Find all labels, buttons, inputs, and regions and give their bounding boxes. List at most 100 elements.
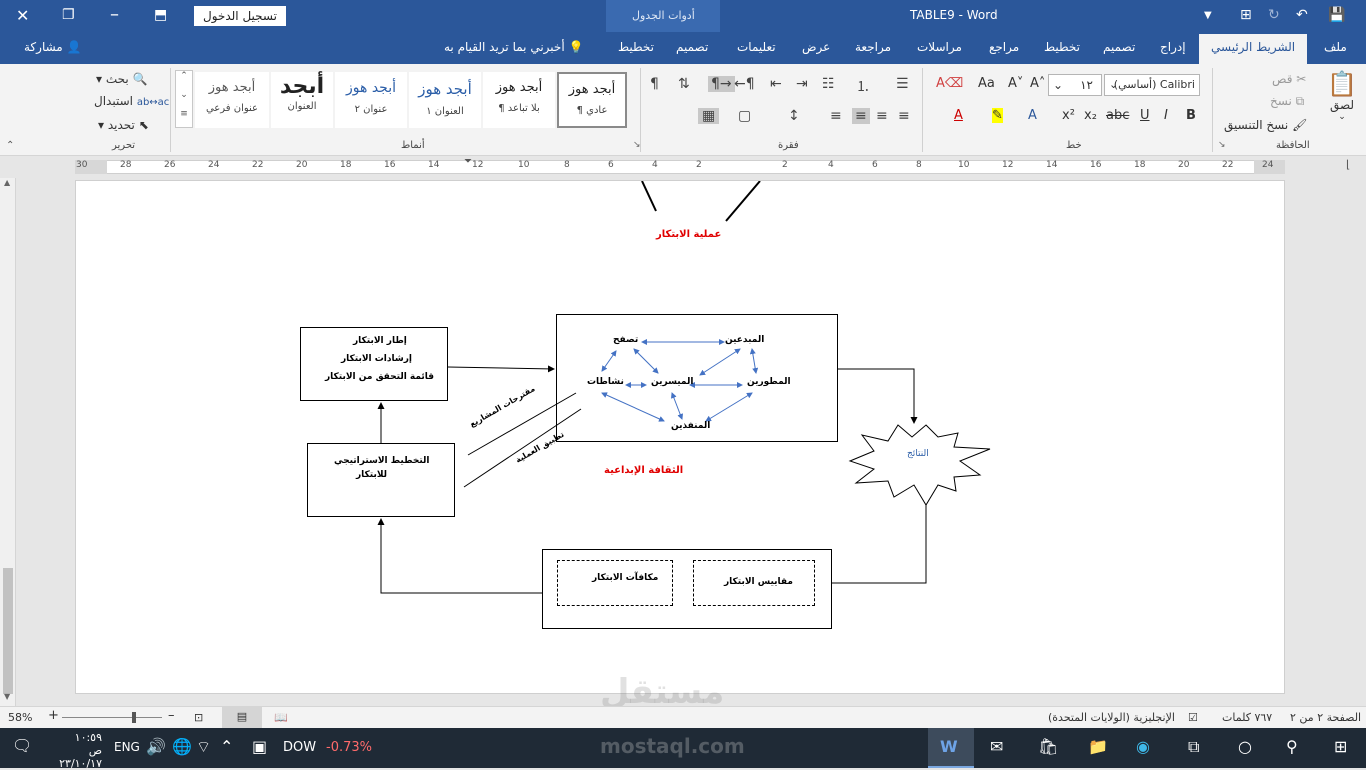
table-icon[interactable]: ⊞: [1240, 7, 1252, 23]
scroll-thumb[interactable]: [3, 568, 13, 694]
input-language[interactable]: ENG: [114, 740, 140, 754]
zoom-level[interactable]: 58%: [8, 711, 32, 724]
font-name-box[interactable]: ⌄ Calibri (أساسي): [1104, 74, 1200, 96]
find-button[interactable]: ▾ بحث 🔍: [96, 72, 148, 86]
wifi-icon[interactable]: ⌔: [196, 737, 211, 757]
news-icon[interactable]: ▣: [252, 737, 267, 756]
center-icon[interactable]: ≡: [876, 108, 888, 124]
minimize-icon[interactable]: –: [110, 4, 119, 25]
text-effects-icon[interactable]: A: [1028, 108, 1037, 123]
shading-icon[interactable]: ▦: [698, 108, 720, 124]
subscript-icon[interactable]: x₂: [1084, 108, 1097, 123]
tab-home[interactable]: الشريط الرئيسي: [1199, 34, 1308, 64]
numbered-list-icon[interactable]: ⒈: [856, 76, 870, 96]
tab-insert[interactable]: إدراج: [1160, 40, 1186, 54]
tab-file[interactable]: ملف: [1324, 40, 1347, 54]
cortana-icon[interactable]: ○: [1238, 737, 1252, 756]
store-icon[interactable]: 🛍: [1038, 737, 1058, 756]
style-heading2[interactable]: أبجد هوز عنوان ٢: [335, 72, 407, 128]
word-taskbar-button[interactable]: W: [928, 728, 974, 768]
justify-icon[interactable]: ≡: [830, 108, 842, 124]
style-normal[interactable]: أبجد هوز ¶ عادي: [557, 72, 627, 128]
share-button[interactable]: مشاركة 👤: [24, 40, 82, 54]
zoom-in-icon[interactable]: +: [48, 708, 59, 723]
styles-scroll[interactable]: ⌃ ⌄ ≡: [175, 70, 193, 128]
focus-icon[interactable]: ⊡: [194, 711, 203, 724]
show-hidden-icons[interactable]: ⌃: [220, 737, 233, 756]
qat-dropdown-icon[interactable]: ▼: [1204, 10, 1212, 21]
network-icon[interactable]: 🌐: [172, 737, 192, 756]
stock-name[interactable]: DOW: [283, 740, 316, 755]
ribbon-display-icon[interactable]: ⬒: [154, 7, 167, 23]
scroll-up-icon[interactable]: ▲: [4, 178, 10, 187]
notification-icon[interactable]: 🗨: [12, 736, 32, 755]
horizontal-ruler[interactable]: 30 28 26 24 22 20 18 16 14 12 10 8 6 4 2…: [0, 156, 1366, 178]
tab-layout[interactable]: تخطيط: [1044, 40, 1080, 54]
chevron-down-icon[interactable]: ⌄: [1324, 112, 1360, 122]
underline-icon[interactable]: U: [1140, 108, 1150, 123]
save-icon[interactable]: 💾: [1328, 7, 1345, 23]
style-no-spacing[interactable]: أبجد هوز ¶ بلا تباعد: [483, 72, 555, 128]
align-right-icon[interactable]: ≡: [852, 108, 870, 124]
zoom-out-icon[interactable]: –: [168, 708, 175, 723]
tell-me-box[interactable]: أخبرني بما تريد القيام به 💡: [444, 40, 583, 54]
task-view-icon[interactable]: ⧉: [1188, 737, 1199, 757]
language-status[interactable]: الإنجليزية (الولايات المتحدة): [1048, 711, 1175, 724]
file-explorer-icon[interactable]: 📁: [1088, 737, 1108, 756]
tab-table-layout[interactable]: تخطيط: [618, 40, 654, 54]
chevron-up-icon[interactable]: ⌃: [176, 71, 192, 90]
font-size-box[interactable]: ⌄ ١٢: [1048, 74, 1102, 96]
increase-indent-icon[interactable]: ⇤: [770, 76, 782, 92]
ltr-icon[interactable]: ¶→: [708, 76, 735, 92]
tab-table-design[interactable]: تصميم: [676, 40, 708, 54]
chevron-down-icon[interactable]: ⌄: [176, 90, 192, 109]
proofing-icon[interactable]: ☑: [1188, 711, 1198, 724]
chevron-down-icon[interactable]: ⌄: [1053, 75, 1063, 95]
bullet-list-icon[interactable]: ☰: [896, 76, 909, 92]
edge-icon[interactable]: ◉: [1136, 737, 1150, 756]
grow-font-icon[interactable]: A˄: [1030, 76, 1045, 91]
shrink-font-icon[interactable]: A˅: [1008, 76, 1023, 91]
volume-icon[interactable]: 🔊: [146, 737, 166, 756]
print-layout-icon[interactable]: ▤: [222, 707, 262, 728]
replace-button[interactable]: استبدال ab↔ac: [94, 94, 169, 108]
page-number[interactable]: الصفحة ٢ من ٢: [1290, 711, 1361, 724]
strikethrough-icon[interactable]: abc: [1106, 108, 1129, 123]
cut-button[interactable]: قص ✂: [1272, 72, 1306, 86]
style-heading1[interactable]: أبجد هوز العنوان ١: [409, 72, 481, 128]
change-case-icon[interactable]: Aa: [978, 76, 995, 91]
stock-change[interactable]: -0.73%: [326, 740, 372, 755]
indent-marker-icon[interactable]: ⏷: [464, 156, 472, 167]
decrease-indent-icon[interactable]: ⇥: [796, 76, 808, 92]
zoom-slider[interactable]: [62, 717, 162, 718]
zoom-slider-thumb[interactable]: [132, 712, 136, 723]
tab-references[interactable]: مراجع: [989, 40, 1019, 54]
close-icon[interactable]: ✕: [16, 6, 29, 25]
vertical-scrollbar[interactable]: ▲ ▼: [0, 178, 16, 706]
style-subtitle[interactable]: أبجد هوز عنوان فرعي: [195, 72, 269, 128]
start-icon[interactable]: ⊞: [1334, 737, 1347, 756]
restore-icon[interactable]: ❐: [62, 7, 75, 23]
font-color-icon[interactable]: A: [954, 108, 963, 123]
line-spacing-icon[interactable]: ↕: [788, 108, 800, 124]
sort-icon[interactable]: ⇅: [678, 76, 690, 92]
collapse-ribbon-icon[interactable]: ⌃: [6, 140, 14, 151]
document-page[interactable]: عملية الابتكار إطار الابتكار إرشادات الا…: [75, 180, 1285, 694]
select-button[interactable]: ▾ تحديد ⬉: [98, 118, 149, 132]
superscript-icon[interactable]: x²: [1062, 108, 1075, 123]
tab-help[interactable]: تعليمات: [737, 40, 776, 54]
search-icon[interactable]: ⚲: [1286, 737, 1298, 756]
scroll-down-icon[interactable]: ▼: [4, 692, 10, 701]
read-mode-icon[interactable]: 📖: [274, 711, 288, 724]
style-title[interactable]: أبجد العنوان: [271, 72, 333, 128]
rtl-icon[interactable]: ←¶: [734, 76, 755, 92]
bold-icon[interactable]: B: [1186, 108, 1196, 123]
clipboard-launcher-icon[interactable]: ↘: [1218, 140, 1226, 150]
highlight-icon[interactable]: ✎: [992, 108, 1003, 123]
mail-icon[interactable]: ✉: [990, 737, 1003, 756]
format-painter-button[interactable]: نسخ التنسيق 🖌: [1224, 118, 1307, 132]
italic-icon[interactable]: I: [1164, 108, 1168, 123]
login-button[interactable]: تسجيل الدخول: [194, 6, 286, 26]
copy-button[interactable]: نسخ ⧉: [1270, 94, 1304, 109]
word-count[interactable]: ٧٦٧ كلمات: [1222, 711, 1272, 724]
